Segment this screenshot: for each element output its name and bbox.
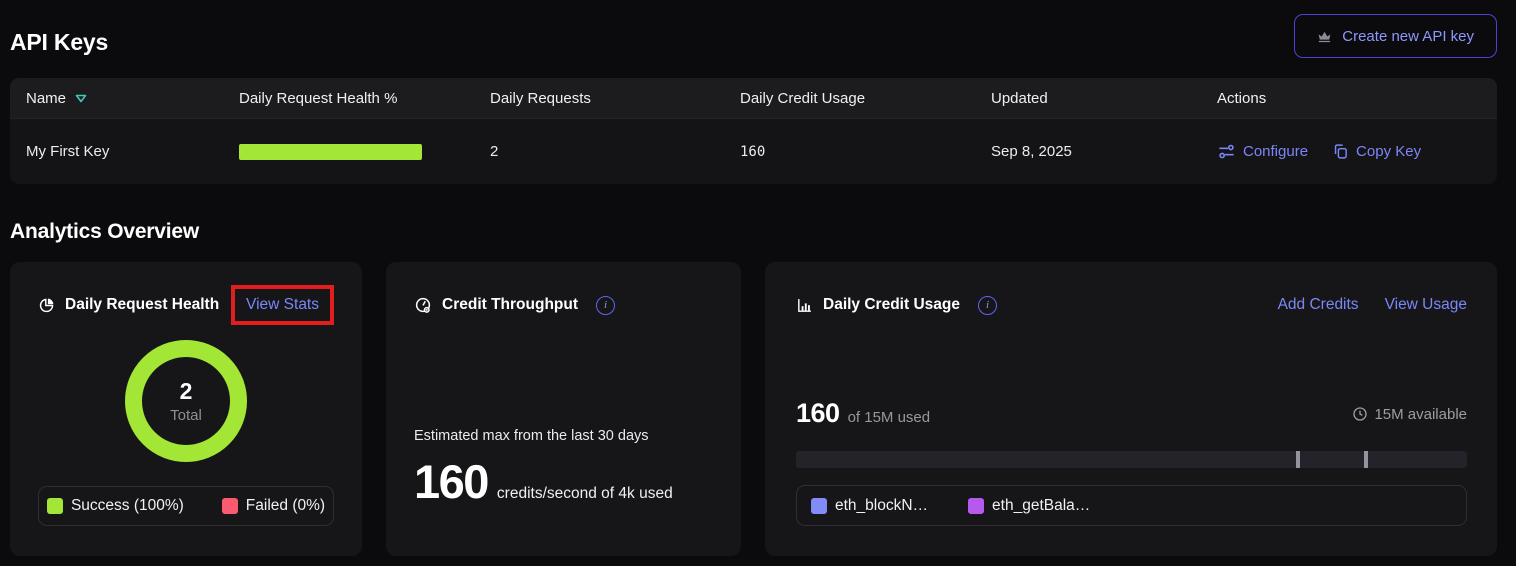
health-card-header: Daily Request Health View Stats [38,282,334,328]
health-donut-wrap: 2 Total [38,340,334,462]
create-api-key-button[interactable]: Create new API key [1294,14,1497,58]
cell-health-bar [239,144,490,160]
eth-blocknumber-label: eth_blockN… [835,497,928,515]
health-bar-fill [239,144,422,160]
legend-item-eth-blocknumber: eth_blockN… [811,497,928,515]
dashboard: API Keys Create new API key Name Daily R… [0,0,1516,556]
top-bar: API Keys Create new API key [10,0,1497,62]
view-usage-link[interactable]: View Usage [1385,296,1467,314]
throughput-note: Estimated max from the last 30 days [414,428,713,444]
eth-getbalance-swatch [968,498,984,514]
view-stats-link[interactable]: View Stats [246,296,319,313]
copy-icon [1332,143,1349,160]
eth-blocknumber-swatch [811,498,827,514]
donut-total-label: Total [170,407,202,424]
health-donut-chart: 2 Total [125,340,247,462]
progress-tick-2 [1364,451,1368,468]
info-icon[interactable]: i [978,296,997,315]
throughput-card-header: Credit Throughput i [414,282,713,328]
column-header-requests: Daily Requests [490,90,740,107]
legend-item-eth-getbalance: eth_getBala… [968,497,1090,515]
success-swatch [47,498,63,514]
usage-used-value: 160 [796,398,840,429]
copy-key-button[interactable]: Copy Key [1332,143,1421,160]
usage-stats-row: 160 of 15M used 15M available [796,398,1467,429]
health-bar-track [239,144,422,160]
cell-actions: Configure Copy Key [1217,142,1497,161]
column-header-name: Name [26,90,239,107]
usage-legend: eth_blockN… eth_getBala… [796,485,1467,526]
health-card-title: Daily Request Health [65,296,219,314]
configure-button[interactable]: Configure [1217,142,1308,161]
legend-item-failed: Failed (0%) [222,497,325,515]
api-keys-table: Name Daily Request Health % Daily Reques… [10,78,1497,184]
clock-icon [1352,406,1368,422]
bar-chart-icon [796,297,813,314]
progress-tick-1 [1296,451,1300,468]
sliders-icon [1217,142,1236,161]
gauge-icon [414,296,432,314]
crown-icon [1317,29,1332,44]
column-header-health: Daily Request Health % [239,90,490,107]
configure-label: Configure [1243,143,1308,160]
credit-throughput-card: Credit Throughput i Estimated max from t… [386,262,741,556]
column-header-credit-usage: Daily Credit Usage [740,90,991,107]
throughput-value-row: 160 credits/second of 4k used [414,454,713,509]
success-label: Success (100%) [71,497,184,515]
daily-credit-usage-card: Daily Credit Usage i Add Credits View Us… [765,262,1497,556]
cell-daily-requests: 2 [490,143,740,160]
eth-getbalance-label: eth_getBala… [992,497,1090,515]
cell-daily-credit-usage: 160 [740,144,991,160]
health-legend: Success (100%) Failed (0%) [38,486,334,526]
failed-label: Failed (0%) [246,497,325,515]
create-api-key-label: Create new API key [1342,28,1474,45]
table-header-row: Name Daily Request Health % Daily Reques… [10,78,1497,118]
usage-progress-bar [796,451,1467,468]
table-row: My First Key 2 160 Sep 8, 2025 Configure [10,118,1497,184]
add-credits-link[interactable]: Add Credits [1278,296,1359,314]
column-header-actions: Actions [1217,90,1497,107]
throughput-value: 160 [414,454,488,509]
cell-updated: Sep 8, 2025 [991,143,1217,160]
failed-swatch [222,498,238,514]
analytics-title: Analytics Overview [10,220,1497,244]
donut-total-value: 2 [180,378,193,405]
analytics-cards: Daily Request Health View Stats 2 Total … [10,262,1497,556]
usage-card-title: Daily Credit Usage [823,296,960,314]
column-name-label: Name [26,90,66,107]
highlight-box: View Stats [231,285,334,325]
usage-available: 15M available [1352,406,1467,423]
usage-available-label: 15M available [1374,406,1467,423]
throughput-card-title: Credit Throughput [442,296,578,314]
copy-key-label: Copy Key [1356,143,1421,160]
sort-chevron-down-icon[interactable] [75,94,87,103]
pie-chart-icon [38,297,55,314]
column-header-updated: Updated [991,90,1217,107]
throughput-value-suffix: credits/second of 4k used [497,485,673,503]
usage-card-header: Daily Credit Usage i Add Credits View Us… [796,282,1467,328]
legend-item-success: Success (100%) [47,497,184,515]
daily-request-health-card: Daily Request Health View Stats 2 Total … [10,262,362,556]
usage-used-suffix: of 15M used [848,409,931,426]
cell-key-name: My First Key [26,143,239,160]
page-title: API Keys [10,29,108,56]
info-icon[interactable]: i [596,296,615,315]
